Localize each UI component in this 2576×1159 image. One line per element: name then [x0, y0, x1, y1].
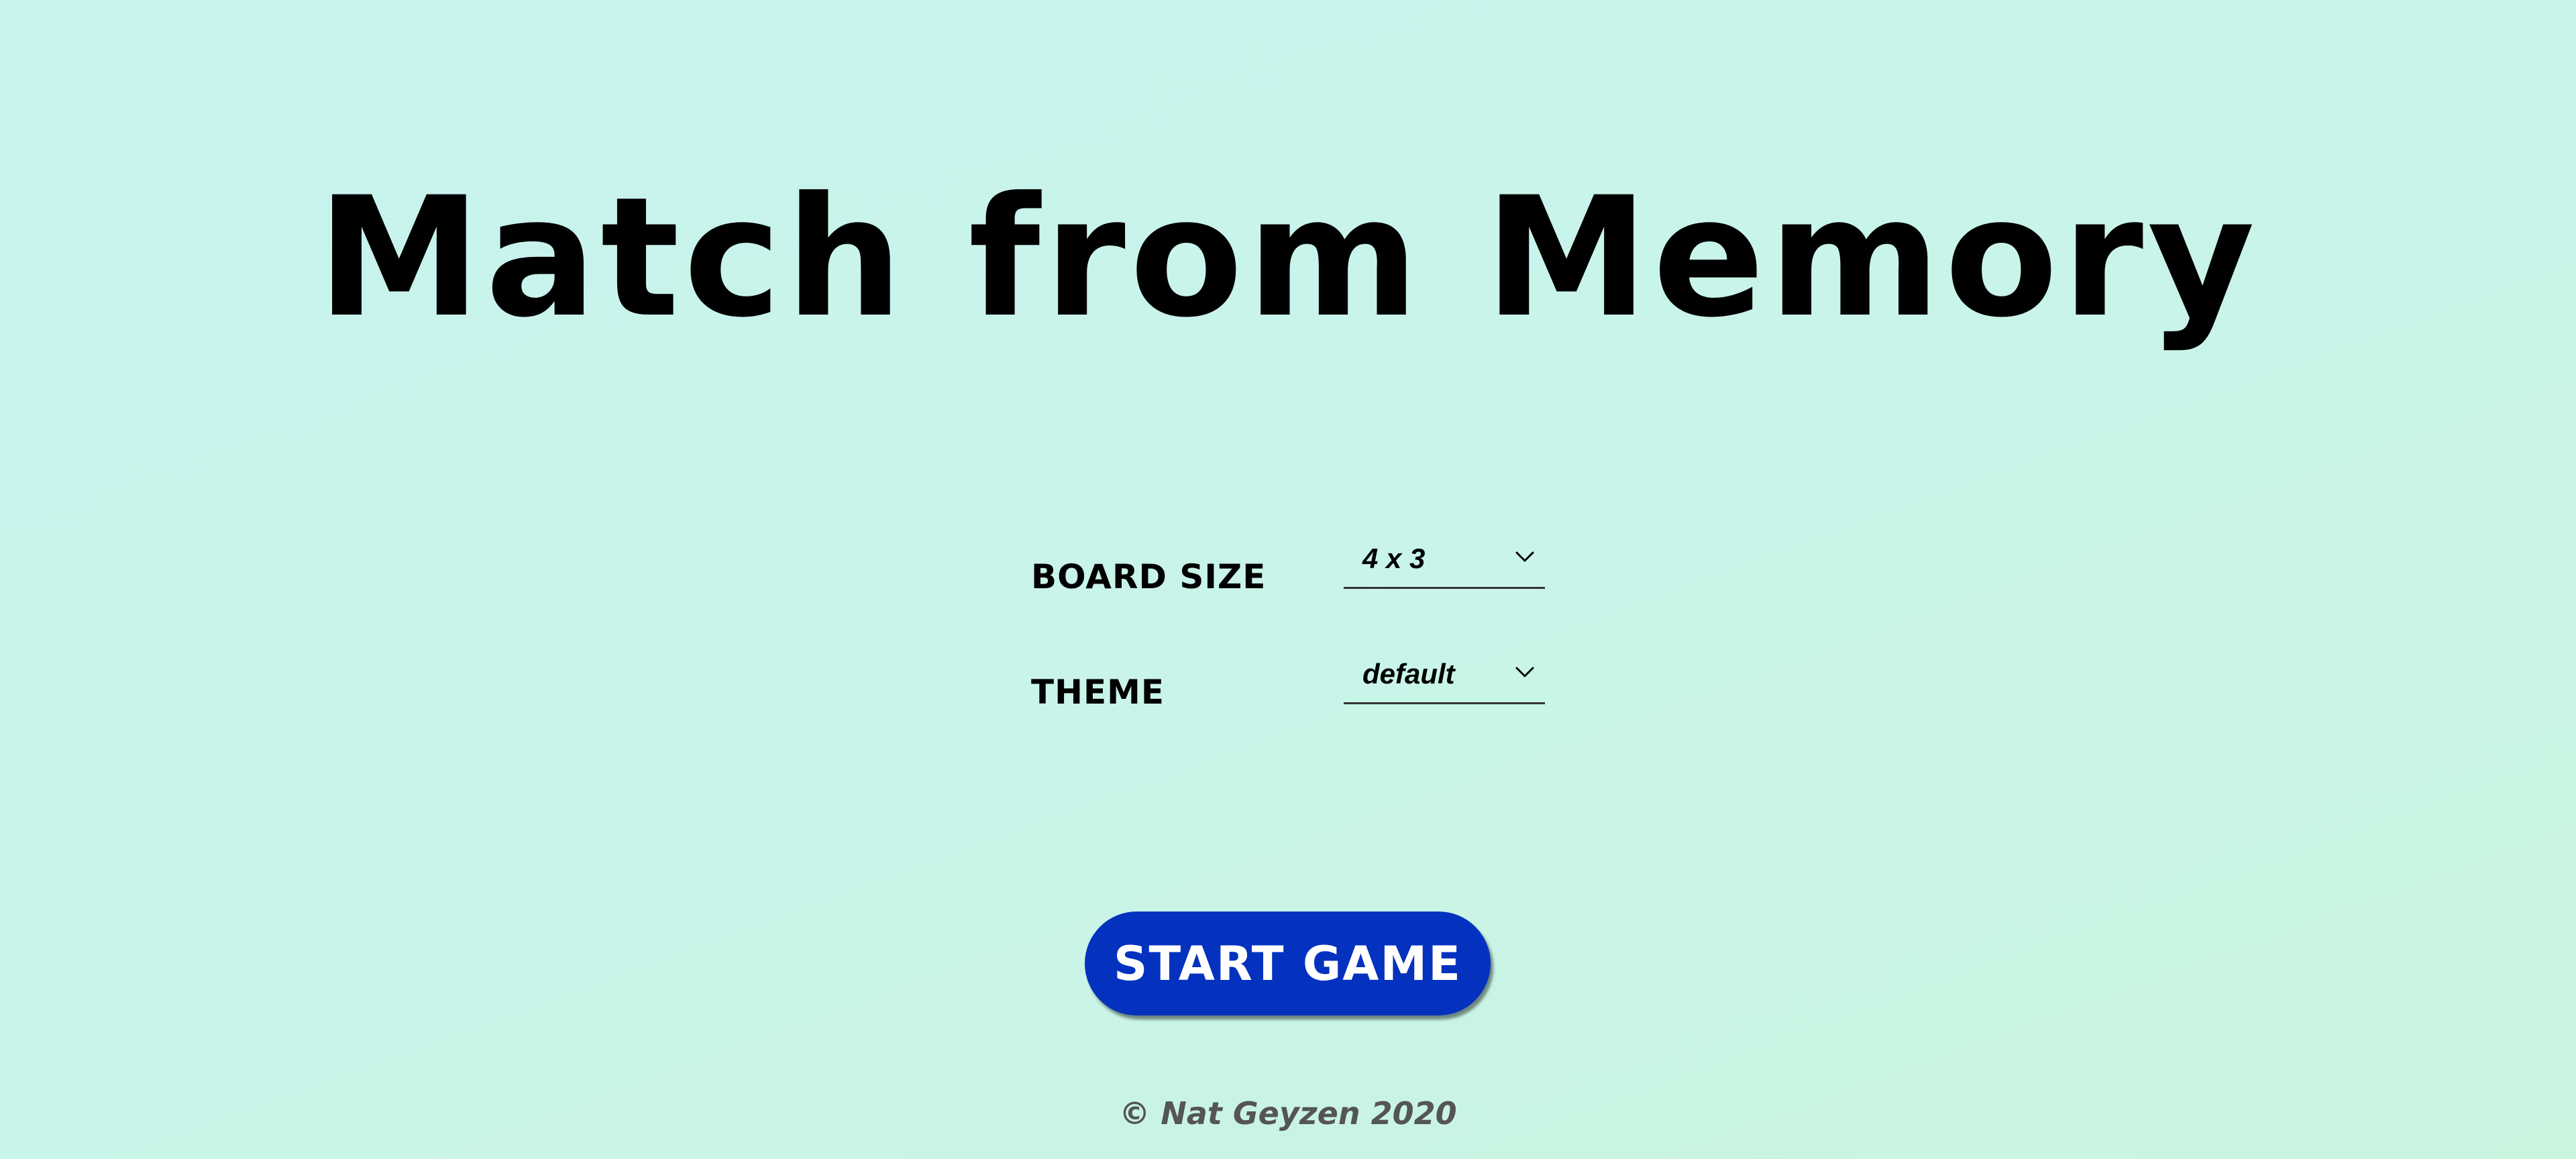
theme-value: default	[1362, 658, 1455, 689]
board-size-setting: BOARD SIZE 4 x 3	[1031, 530, 1545, 597]
board-size-select[interactable]: 4 x 3	[1344, 530, 1545, 589]
chevron-down-icon	[1515, 667, 1534, 677]
theme-label: THEME	[1031, 673, 1165, 712]
copyright-footer: © Nat Geyzen 2020	[1119, 1095, 1457, 1132]
game-title: Match from Memory	[317, 162, 2259, 354]
board-size-label: BOARD SIZE	[1031, 557, 1267, 596]
chevron-down-icon	[1515, 551, 1534, 562]
theme-setting: THEME default	[1031, 645, 1545, 712]
theme-select[interactable]: default	[1344, 645, 1545, 704]
start-game-button[interactable]: START GAME	[1085, 912, 1491, 1015]
board-size-value: 4 x 3	[1362, 543, 1426, 574]
